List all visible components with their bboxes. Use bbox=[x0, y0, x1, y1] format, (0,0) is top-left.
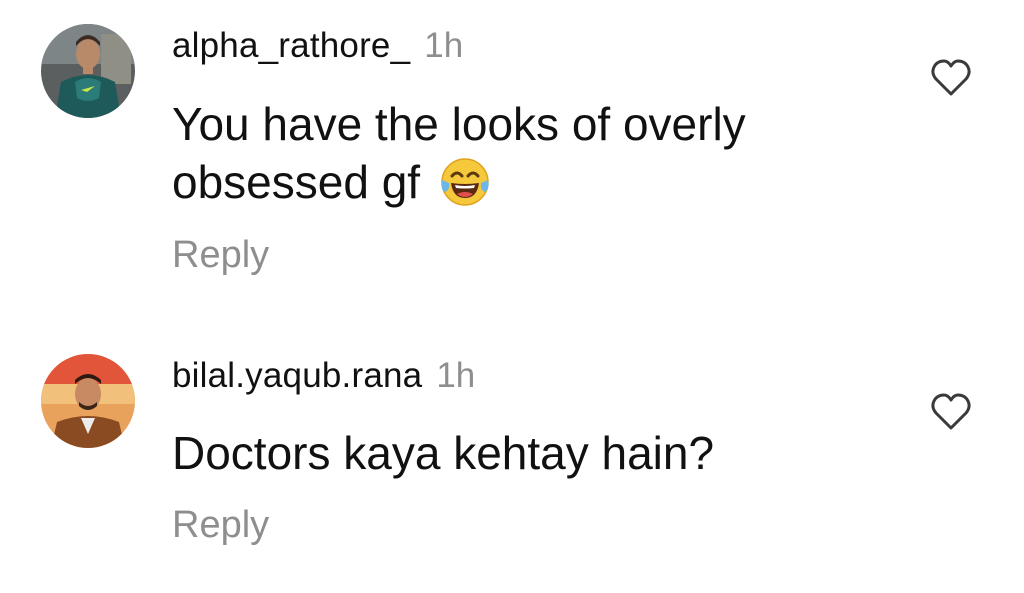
comment-item: alpha_rathore_ 1h You have the looks of o… bbox=[0, 0, 1024, 300]
timestamp: 1h bbox=[424, 26, 464, 65]
comment-header: alpha_rathore_ 1h bbox=[172, 26, 463, 70]
comment-text: Doctors kaya kehtay hain? bbox=[172, 424, 892, 482]
face-with-tears-of-joy-icon bbox=[439, 156, 491, 208]
reply-button[interactable]: Reply bbox=[172, 504, 269, 547]
avatar-image bbox=[41, 24, 135, 118]
heart-outline-icon[interactable] bbox=[930, 392, 972, 432]
comment-text: You have the looks of overly obsessed gf bbox=[172, 95, 892, 211]
avatar[interactable] bbox=[41, 354, 135, 448]
username[interactable]: alpha_rathore_ bbox=[172, 26, 410, 65]
avatar[interactable] bbox=[41, 24, 135, 118]
heart-outline-icon[interactable] bbox=[930, 58, 972, 98]
reply-button[interactable]: Reply bbox=[172, 234, 269, 277]
comment-header: bilal.yaqub.rana 1h bbox=[172, 356, 475, 400]
avatar-image bbox=[41, 354, 135, 448]
comment-item: bilal.yaqub.rana 1h Doctors kaya kehtay h… bbox=[0, 330, 1024, 593]
username[interactable]: bilal.yaqub.rana bbox=[172, 356, 422, 395]
comment-body: Doctors kaya kehtay hain? bbox=[172, 427, 715, 479]
timestamp: 1h bbox=[436, 356, 476, 395]
